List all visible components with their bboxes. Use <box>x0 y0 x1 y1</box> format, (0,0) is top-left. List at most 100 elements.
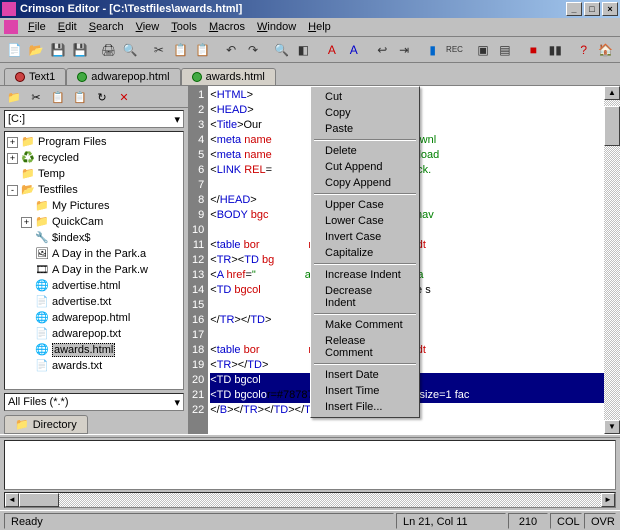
bookmark-button[interactable]: ▮ <box>422 39 443 61</box>
side-refresh-button[interactable]: ↻ <box>92 88 112 106</box>
pause-button[interactable]: ▮▮ <box>545 39 566 61</box>
tree-item[interactable]: +♻️recycled <box>5 150 183 166</box>
expand-icon[interactable]: + <box>7 153 18 164</box>
side-paste-button[interactable]: 📋 <box>70 88 90 106</box>
tree-item[interactable]: 🎞A Day in the Park.w <box>5 262 183 278</box>
file-tree[interactable]: +📁Program Files+♻️recycled📁Temp-📂Testfil… <box>4 131 184 390</box>
tab-directory[interactable]: 📁Directory <box>4 415 88 434</box>
file-filter[interactable]: All Files (*.*)▾ <box>4 393 184 411</box>
output-pane[interactable] <box>4 440 616 490</box>
expand-icon[interactable]: - <box>7 185 18 196</box>
panel-button[interactable]: ▤ <box>494 39 515 61</box>
menu-file[interactable]: File <box>22 20 52 34</box>
ctx-paste[interactable]: Paste <box>313 121 417 137</box>
expand-icon[interactable]: + <box>7 137 18 148</box>
menu-macros[interactable]: Macros <box>203 20 251 34</box>
ctx-cut[interactable]: Cut <box>313 89 417 105</box>
ctx-upper-case[interactable]: Upper Case <box>313 197 417 213</box>
menu-window[interactable]: Window <box>251 20 302 34</box>
ctx-delete[interactable]: Delete <box>313 143 417 159</box>
ctx-make-comment[interactable]: Make Comment <box>313 317 417 333</box>
tool-b-button[interactable]: A <box>343 39 364 61</box>
ctx-insert-time[interactable]: Insert Time <box>313 383 417 399</box>
home-button[interactable]: 🏠 <box>595 39 616 61</box>
maximize-button[interactable]: □ <box>584 2 600 16</box>
ctx-insert-date[interactable]: Insert Date <box>313 367 417 383</box>
file-icon: 📄 <box>35 359 49 373</box>
redo-button[interactable]: ↷ <box>243 39 264 61</box>
find-button[interactable]: 🔍 <box>271 39 292 61</box>
tree-label: Testfiles <box>38 184 78 196</box>
menu-edit[interactable]: Edit <box>52 20 83 34</box>
ctx-release-comment[interactable]: Release Comment <box>313 333 417 361</box>
side-delete-button[interactable]: ✕ <box>114 88 134 106</box>
code-editor[interactable]: 12345678910111213141516171819202122 <HTM… <box>190 86 620 434</box>
wrap-button[interactable]: ↩ <box>372 39 393 61</box>
side-cut-button[interactable]: ✂ <box>26 88 46 106</box>
menu-help[interactable]: Help <box>302 20 337 34</box>
menu-search[interactable]: Search <box>83 20 130 34</box>
ctx-increase-indent[interactable]: Increase Indent <box>313 267 417 283</box>
tree-item[interactable]: +📁QuickCam <box>5 214 183 230</box>
tree-item[interactable]: 📁My Pictures <box>5 198 183 214</box>
print-button[interactable]: 🖨 <box>98 39 119 61</box>
tree-item[interactable]: 📄advertise.txt <box>5 294 183 310</box>
splitter[interactable] <box>0 434 620 438</box>
side-home-button[interactable]: 📁 <box>4 88 24 106</box>
tree-item[interactable]: 🌐adwarepop.html <box>5 310 183 326</box>
copy-button[interactable]: 📋 <box>170 39 191 61</box>
ctx-lower-case[interactable]: Lower Case <box>313 213 417 229</box>
ctx-invert-case[interactable]: Invert Case <box>313 229 417 245</box>
doc-tab[interactable]: adwarepop.html <box>66 68 180 85</box>
ctx-cut-append[interactable]: Cut Append <box>313 159 417 175</box>
scroll-right-icon[interactable]: ► <box>601 493 615 507</box>
undo-button[interactable]: ↶ <box>221 39 242 61</box>
menu-tools[interactable]: Tools <box>165 20 203 34</box>
file-icon: 📁 <box>21 167 35 181</box>
expand-icon[interactable]: + <box>21 217 32 228</box>
indent-button[interactable]: ⇥ <box>394 39 415 61</box>
output-scrollbar[interactable]: ◄ ► <box>4 492 616 508</box>
tree-item[interactable]: 📁Temp <box>5 166 183 182</box>
preview-button[interactable]: 🔍 <box>120 39 141 61</box>
side-copy-button[interactable]: 📋 <box>48 88 68 106</box>
scroll-left-icon[interactable]: ◄ <box>5 493 19 507</box>
doc-tab[interactable]: awards.html <box>181 68 276 86</box>
ctx-copy[interactable]: Copy <box>313 105 417 121</box>
rec-button[interactable]: REC <box>444 39 465 61</box>
tree-item[interactable]: 🔧$index$ <box>5 230 183 246</box>
paste-button[interactable]: 📋 <box>192 39 213 61</box>
save-all-button[interactable]: 💾 <box>70 39 91 61</box>
tree-item[interactable]: 📄adwarepop.txt <box>5 326 183 342</box>
close-button[interactable]: × <box>602 2 618 16</box>
scroll-up-icon[interactable]: ▲ <box>604 86 620 100</box>
tool-a-button[interactable]: A <box>321 39 342 61</box>
minimize-button[interactable]: _ <box>566 2 582 16</box>
toggle-button[interactable]: ◧ <box>293 39 314 61</box>
ctx-copy-append[interactable]: Copy Append <box>313 175 417 191</box>
tree-item[interactable]: -📂Testfiles <box>5 182 183 198</box>
scroll-thumb[interactable] <box>604 106 620 146</box>
tree-item[interactable]: 🖼A Day in the Park.a <box>5 246 183 262</box>
new-button[interactable]: 📄 <box>4 39 25 61</box>
tree-item[interactable]: 📄awards.txt <box>5 358 183 374</box>
window-button[interactable]: ▣ <box>473 39 494 61</box>
scroll-thumb-h[interactable] <box>19 493 59 507</box>
sidebar-tabs: 📁Directory <box>0 413 188 434</box>
stop-button[interactable]: ■ <box>523 39 544 61</box>
drive-selector[interactable]: [C:]▾ <box>4 110 184 128</box>
ctx-capitalize[interactable]: Capitalize <box>313 245 417 261</box>
tree-item[interactable]: +📁Program Files <box>5 134 183 150</box>
ctx-decrease-indent[interactable]: Decrease Indent <box>313 283 417 311</box>
ctx-insert-file-[interactable]: Insert File... <box>313 399 417 415</box>
cut-button[interactable]: ✂ <box>148 39 169 61</box>
tree-item[interactable]: 🌐advertise.html <box>5 278 183 294</box>
tree-item[interactable]: 🌐awards.html <box>5 342 183 358</box>
scroll-down-icon[interactable]: ▼ <box>604 420 620 434</box>
menu-view[interactable]: View <box>130 20 166 34</box>
vertical-scrollbar[interactable]: ▲ ▼ <box>604 86 620 434</box>
save-button[interactable]: 💾 <box>48 39 69 61</box>
open-button[interactable]: 📂 <box>26 39 47 61</box>
help-button[interactable]: ? <box>573 39 594 61</box>
doc-tab[interactable]: Text1 <box>4 68 66 85</box>
